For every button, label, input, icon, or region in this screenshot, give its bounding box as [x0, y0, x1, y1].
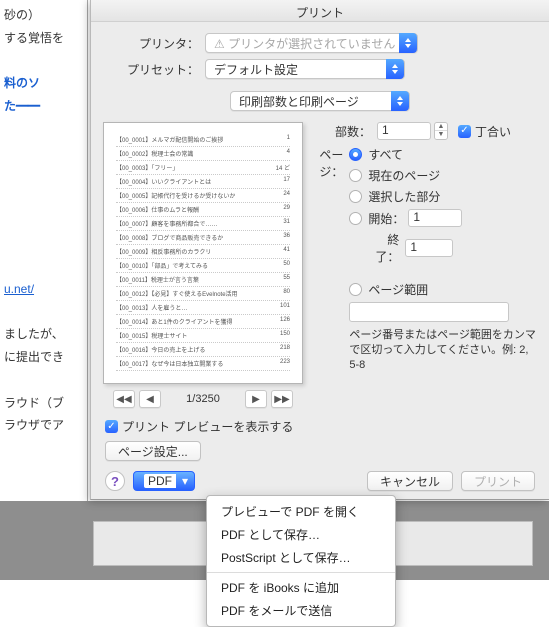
preview-line: 【00_0009】相反事務所のカラクリ41 — [116, 245, 290, 259]
preset-label: プリセット： — [105, 61, 205, 78]
pages-from-radio[interactable] — [349, 212, 362, 225]
help-button[interactable]: ? — [105, 471, 125, 491]
divider — [87, 0, 88, 501]
dropdown-icon — [399, 33, 417, 53]
preview-line: 【00_0003】「フリー」 14 ど — [116, 161, 290, 175]
page-indicator: 1/3250 — [165, 393, 241, 405]
copies-label: 部数： — [317, 123, 377, 140]
preview-line: 【00_0016】今日の売上を上げる218 — [116, 343, 290, 357]
preview-line: 【00_0010】「部品」で考えてみる50 — [116, 259, 290, 273]
prev-page-button[interactable]: ◀ — [139, 390, 161, 408]
menu-open-preview[interactable]: プレビューで PDF を開く — [207, 500, 395, 523]
chevron-down-icon — [180, 474, 188, 488]
preview-line: 【00_0001】メルマガ配信開始のご挨拶1 — [116, 133, 290, 147]
preview-line: 【00_0006】仕事のムラと報酬29 — [116, 203, 290, 217]
menu-add-ibooks[interactable]: PDF を iBooks に追加 — [207, 576, 395, 599]
preview-line: 【00_0011】税理士が言う言葉55 — [116, 273, 290, 287]
page-range-radio[interactable] — [349, 283, 362, 296]
page-from-input[interactable]: 1 — [408, 209, 462, 227]
show-preview-label: プリント プレビューを表示する — [122, 418, 293, 435]
page-setup-button[interactable]: ページ設定... — [105, 441, 201, 461]
dropdown-icon — [391, 91, 409, 111]
collate-label: 丁合い — [475, 123, 511, 140]
page-to-input[interactable]: 1 — [405, 239, 453, 257]
dialog-title: プリント — [91, 0, 549, 22]
preview-line: 【00_0004】いいクライアントとは17 — [116, 175, 290, 189]
pages-all-radio[interactable] — [349, 148, 362, 161]
preview-line: 【00_0014】あと1件のクライアントを獲得126 — [116, 315, 290, 329]
pages-selection-radio[interactable] — [349, 190, 362, 203]
pages-label: ページ： — [317, 146, 349, 180]
preview-line: 【00_0002】税理士会の常識4 — [116, 147, 290, 161]
menu-save-pdf[interactable]: PDF として保存… — [207, 523, 395, 546]
printer-label: プリンタ： — [105, 35, 205, 52]
section-select[interactable]: 印刷部数と印刷ページ — [230, 91, 410, 111]
menu-save-postscript[interactable]: PostScript として保存… — [207, 546, 395, 569]
page-range-hint: ページ番号またはページ範囲をカンマで区切って入力してください。例: 2, 5-8 — [349, 328, 537, 373]
last-page-button[interactable]: ▶▶ — [271, 390, 293, 408]
copies-stepper[interactable]: ▲▼ — [434, 122, 448, 140]
preview-line: 【00_0012】【必見】すぐ使えるEvelnote活用80 — [116, 287, 290, 301]
first-page-button[interactable]: ◀◀ — [113, 390, 135, 408]
menu-separator — [207, 572, 395, 573]
preview-line: 【00_0015】税理士サイト150 — [116, 329, 290, 343]
print-button[interactable]: プリント — [461, 471, 535, 491]
pdf-dropdown-button[interactable]: PDF — [133, 471, 195, 491]
preview-line: 【00_0008】ブログで商品販売できるか36 — [116, 231, 290, 245]
menu-mail-pdf[interactable]: PDF をメールで送信 — [207, 599, 395, 622]
preview-line: 【00_0007】顧客を事務所都合で……31 — [116, 217, 290, 231]
preview-line: 【00_0017】なぜ今は日本独立開業する223 — [116, 357, 290, 371]
collate-checkbox[interactable] — [458, 125, 471, 138]
pages-current-radio[interactable] — [349, 169, 362, 182]
printer-select[interactable]: ⚠︎ プリンタが選択されていません — [205, 33, 418, 53]
cancel-button[interactable]: キャンセル — [367, 471, 453, 491]
copies-input[interactable]: 1 — [377, 122, 431, 140]
background-document: 砂の） する覚悟を 料のソ た━━ u.net/ ましたが、 に提出でき ラウド… — [0, 0, 90, 580]
print-preview: 【00_0001】メルマガ配信開始のご挨拶1【00_0002】税理士会の常識4【… — [103, 122, 303, 384]
preview-line: 【00_0005】記帳代行を受けるか受けないか24 — [116, 189, 290, 203]
pdf-menu: プレビューで PDF を開く PDF として保存… PostScript として… — [206, 495, 396, 627]
next-page-button[interactable]: ▶ — [245, 390, 267, 408]
show-preview-checkbox[interactable] — [105, 420, 118, 433]
preset-select[interactable]: デフォルト設定 — [205, 59, 405, 79]
print-dialog: プリント プリンタ： ⚠︎ プリンタが選択されていません プリセット： デフォル… — [90, 0, 549, 500]
page-range-input[interactable] — [349, 302, 509, 322]
dropdown-icon — [386, 59, 404, 79]
preview-line: 【00_0013】人を雇うと…101 — [116, 301, 290, 315]
